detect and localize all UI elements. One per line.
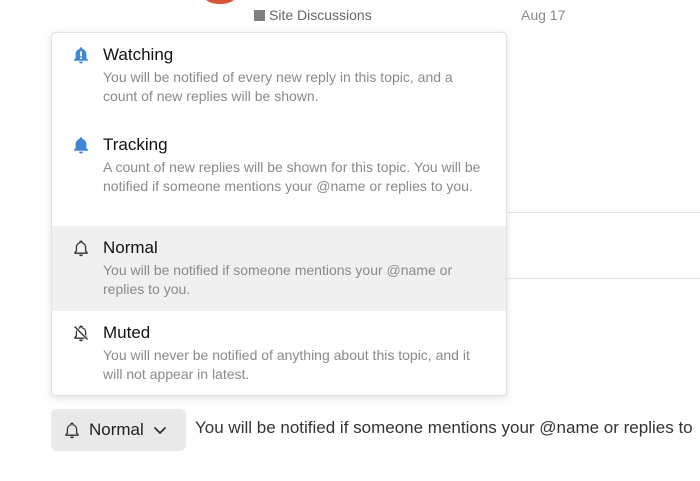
option-description: You will be notified if someone mentions… [103,262,453,297]
category-label: Site Discussions [269,7,372,23]
bell-outline-icon [65,422,79,439]
option-title: Tracking [103,135,168,154]
menu-option-watching[interactable]: Watching You will be notified of every n… [52,33,506,123]
category-color-swatch [254,9,265,21]
notification-level-label: Normal [89,420,144,439]
menu-option-muted[interactable]: Muted You will never be notified of anyt… [52,311,506,395]
bell-filled-icon [74,137,88,154]
category-badge[interactable]: Site Discussions [254,7,372,23]
option-title: Watching [103,45,174,64]
notification-level-button[interactable]: Normal [51,409,186,451]
menu-option-tracking[interactable]: Tracking A count of new replies will be … [52,123,506,226]
post-date[interactable]: Aug 17 [521,7,565,23]
chevron-down-icon [153,427,166,434]
bell-exclamation-icon [74,47,88,64]
option-description: You will be notified of every new reply … [103,69,453,104]
option-description: You will never be notified of anything a… [103,347,470,382]
divider [507,278,700,279]
bell-outline-icon [74,240,88,257]
avatar[interactable] [198,0,242,4]
menu-option-normal[interactable]: Normal You will be notified if someone m… [52,226,506,311]
option-title: Normal [103,238,158,257]
bell-slash-icon [73,325,89,342]
divider [507,212,700,213]
notification-level-menu: Watching You will be notified of every n… [51,32,507,396]
option-title: Muted [103,323,151,342]
notification-level-description: You will be notified if someone mentions… [195,418,693,437]
option-description: A count of new replies will be shown for… [103,159,481,194]
